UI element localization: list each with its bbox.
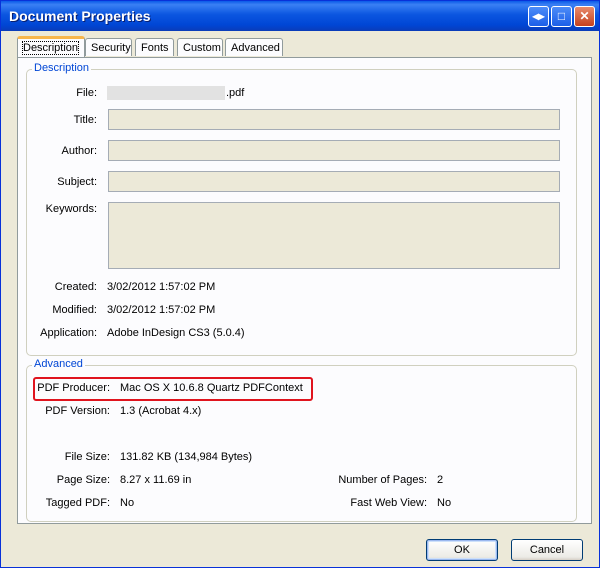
- subject-label: Subject:: [57, 176, 97, 188]
- maximize-button[interactable]: □: [551, 6, 572, 27]
- advanced-group-title: Advanced: [32, 358, 85, 370]
- tab-description[interactable]: Description: [17, 36, 85, 57]
- file-name-redacted: [107, 86, 225, 100]
- tab-advanced[interactable]: Advanced: [225, 38, 283, 56]
- close-button[interactable]: ✕: [574, 6, 595, 27]
- advanced-group: Advanced PDF Producer: Mac OS X 10.6.8 Q…: [26, 358, 577, 522]
- resize-icon[interactable]: ◂▸: [528, 6, 549, 27]
- producer-label: PDF Producer:: [37, 382, 110, 394]
- created-label: Created:: [54, 281, 97, 293]
- file-extension: .pdf: [226, 87, 245, 99]
- number-of-pages-value: 2: [437, 474, 444, 486]
- application-label: Application:: [40, 327, 97, 339]
- file-label: File:: [76, 87, 97, 99]
- tab-fonts[interactable]: Fonts: [135, 38, 174, 56]
- file-size-label: File Size:: [64, 451, 110, 463]
- author-label: Author:: [61, 145, 97, 157]
- number-of-pages-label: Number of Pages:: [338, 474, 427, 486]
- tagged-pdf-value: No: [120, 497, 135, 509]
- pdf-version-label: PDF Version:: [45, 405, 110, 417]
- keywords-label: Keywords:: [45, 203, 97, 215]
- description-group-title: Description: [32, 62, 92, 74]
- window-title: Document Properties: [9, 8, 151, 24]
- created-value: 3/02/2012 1:57:02 PM: [107, 281, 216, 293]
- page-size-value: 8.27 x 11.69 in: [120, 474, 192, 486]
- fast-web-view-label: Fast Web View:: [350, 497, 427, 509]
- fast-web-view-value: No: [437, 497, 452, 509]
- pdf-version-value: 1.3 (Acrobat 4.x): [120, 405, 202, 417]
- author-field[interactable]: [108, 140, 560, 161]
- title-field[interactable]: [108, 109, 560, 130]
- modified-value: 3/02/2012 1:57:02 PM: [107, 304, 216, 316]
- document-properties-dialog: Document Properties ◂▸ □ ✕ Description S…: [0, 0, 600, 568]
- ok-button[interactable]: OK: [426, 539, 498, 561]
- modified-label: Modified:: [52, 304, 97, 316]
- tab-custom[interactable]: Custom: [177, 38, 223, 56]
- cancel-button[interactable]: Cancel: [511, 539, 583, 561]
- title-label: Title:: [73, 114, 97, 126]
- description-group: Description File: .pdf Title: Author: Su…: [26, 62, 577, 356]
- subject-field[interactable]: [108, 171, 560, 192]
- title-bar[interactable]: Document Properties ◂▸ □ ✕: [1, 1, 599, 31]
- file-size-value: 131.82 KB (134,984 Bytes): [120, 451, 253, 463]
- application-value: Adobe InDesign CS3 (5.0.4): [107, 327, 245, 339]
- keywords-field[interactable]: [108, 202, 560, 269]
- tagged-pdf-label: Tagged PDF:: [45, 497, 110, 509]
- producer-value: Mac OS X 10.6.8 Quartz PDFContext: [120, 382, 303, 394]
- tab-panel: Description File: .pdf Title: Author: Su…: [17, 57, 592, 524]
- tab-security[interactable]: Security: [85, 38, 132, 56]
- page-size-label: Page Size:: [56, 474, 110, 486]
